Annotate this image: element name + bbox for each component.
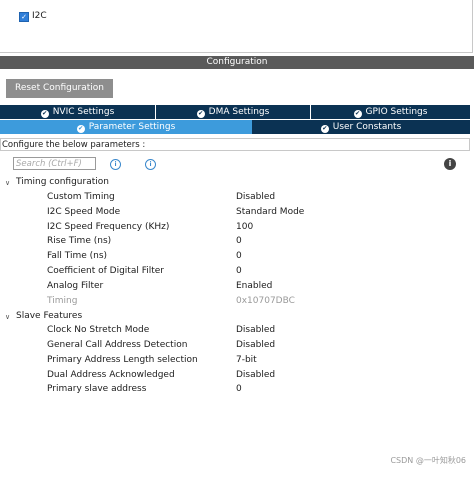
value-rise-time[interactable]: 0 — [236, 236, 242, 246]
search-next-icon[interactable]: i — [145, 159, 156, 170]
chevron-down-icon[interactable]: ∨ — [5, 179, 10, 187]
tab-label: GPIO Settings — [365, 107, 428, 117]
tab-label: DMA Settings — [208, 107, 270, 117]
configure-instructions: Configure the below parameters : — [0, 138, 470, 151]
value-fall-time[interactable]: 0 — [236, 251, 242, 261]
watermark: CSDN @一叶知秋06 — [390, 456, 466, 465]
value-primary-slave-address[interactable]: 0 — [236, 384, 242, 394]
tab-user-constants[interactable]: ✔ User Constants — [252, 120, 470, 134]
param-timing: Timing — [47, 296, 78, 306]
tab-label: User Constants — [332, 122, 402, 132]
value-analog-filter[interactable]: Enabled — [236, 281, 272, 291]
tab-label: NVIC Settings — [52, 107, 115, 117]
check-circle-icon: ✔ — [353, 110, 362, 118]
value-clock-no-stretch-mode[interactable]: Disabled — [236, 325, 275, 335]
check-circle-icon: ✔ — [40, 110, 49, 118]
mode-panel — [0, 0, 473, 53]
value-i2c-speed-frequency[interactable]: 100 — [236, 222, 253, 232]
tab-parameter-settings[interactable]: ✔ Parameter Settings — [0, 120, 252, 134]
i2c-checkbox[interactable]: ✓ — [19, 12, 29, 22]
info-icon[interactable]: i — [444, 158, 456, 170]
value-dual-address-acknowledged[interactable]: Disabled — [236, 370, 275, 380]
param-dual-address-acknowledged: Dual Address Acknowledged — [47, 370, 175, 380]
param-primary-address-length: Primary Address Length selection — [47, 355, 198, 365]
check-circle-icon: ✔ — [196, 110, 205, 118]
search-prev-icon[interactable]: i — [110, 159, 121, 170]
value-general-call-address-detection[interactable]: Disabled — [236, 340, 275, 350]
param-i2c-speed-frequency: I2C Speed Frequency (KHz) — [47, 222, 170, 232]
tab-label: Parameter Settings — [88, 122, 176, 132]
reset-configuration-button[interactable]: Reset Configuration — [6, 79, 113, 98]
configuration-header: Configuration — [0, 56, 474, 69]
tab-dma-settings[interactable]: ✔ DMA Settings — [156, 105, 311, 119]
value-i2c-speed-mode[interactable]: Standard Mode — [236, 207, 304, 217]
group-timing-configuration[interactable]: Timing configuration — [16, 177, 109, 187]
value-coefficient-digital-filter[interactable]: 0 — [236, 266, 242, 276]
param-rise-time: Rise Time (ns) — [47, 236, 112, 246]
param-i2c-speed-mode: I2C Speed Mode — [47, 207, 121, 217]
value-custom-timing[interactable]: Disabled — [236, 192, 275, 202]
param-fall-time: Fall Time (ns) — [47, 251, 108, 261]
param-general-call-address-detection: General Call Address Detection — [47, 340, 188, 350]
tab-gpio-settings[interactable]: ✔ GPIO Settings — [311, 105, 470, 119]
chevron-down-icon[interactable]: ∨ — [5, 313, 10, 321]
value-primary-address-length[interactable]: 7-bit — [236, 355, 257, 365]
check-circle-icon: ✔ — [320, 125, 329, 133]
tab-nvic-settings[interactable]: ✔ NVIC Settings — [0, 105, 156, 119]
value-timing: 0x10707DBC — [236, 296, 295, 306]
param-custom-timing: Custom Timing — [47, 192, 115, 202]
group-slave-features[interactable]: Slave Features — [16, 311, 82, 321]
param-analog-filter: Analog Filter — [47, 281, 104, 291]
param-primary-slave-address: Primary slave address — [47, 384, 147, 394]
i2c-checkbox-label: I2C — [32, 11, 47, 21]
param-clock-no-stretch-mode: Clock No Stretch Mode — [47, 325, 150, 335]
search-input[interactable] — [13, 157, 96, 170]
param-coefficient-digital-filter: Coefficient of Digital Filter — [47, 266, 164, 276]
check-circle-icon: ✔ — [76, 125, 85, 133]
